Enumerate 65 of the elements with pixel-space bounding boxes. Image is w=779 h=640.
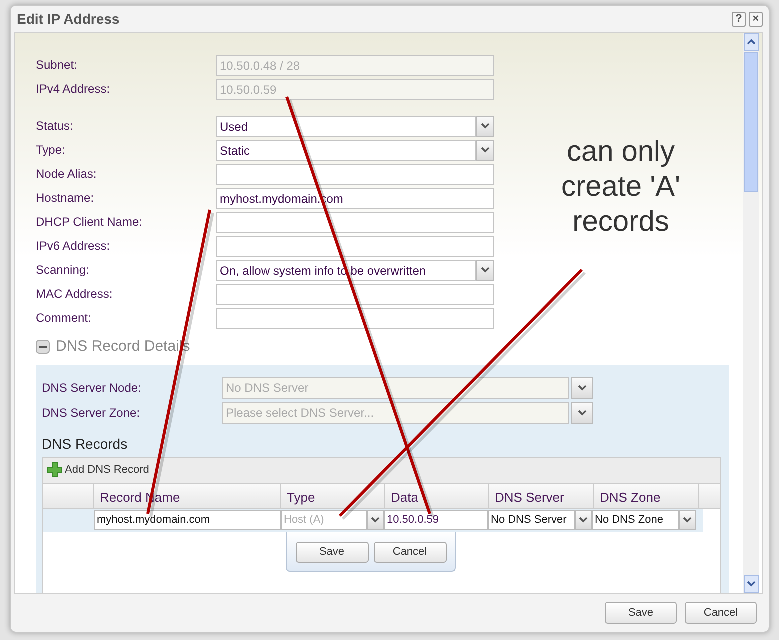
dropdown-button[interactable] <box>476 260 494 280</box>
input-field[interactable]: 10.50.0.59 <box>384 510 488 530</box>
close-button[interactable]: × <box>749 12 763 26</box>
field-label: DNS Server Zone: <box>42 404 142 422</box>
column-header[interactable]: DNS Server <box>489 484 594 508</box>
input-field[interactable] <box>216 308 494 328</box>
editor-button[interactable]: Save <box>296 542 368 562</box>
column-header[interactable]: Type <box>281 484 385 508</box>
caret-icon <box>578 384 586 390</box>
scrollbar-thumb[interactable] <box>744 52 758 192</box>
window-title: Edit IP Address <box>17 10 120 28</box>
input-field[interactable] <box>216 164 494 184</box>
field-label: DHCP Client Name: <box>36 214 144 231</box>
caret-icon <box>371 517 380 523</box>
scroll-up-icon[interactable] <box>746 39 756 45</box>
caret-icon <box>480 123 490 129</box>
column-header[interactable]: DNS Zone <box>594 484 699 508</box>
select-field: No DNS Server <box>222 376 569 398</box>
field-label: Scanning: <box>36 262 90 279</box>
dropdown-button[interactable] <box>367 510 384 530</box>
scroll-down-icon[interactable] <box>746 581 756 587</box>
help-button[interactable]: ? <box>732 12 746 26</box>
select-field: Please select DNS Server... <box>222 402 569 424</box>
caret-icon <box>683 517 692 523</box>
dropdown-button[interactable] <box>571 402 593 424</box>
field-label: IPv4 Address: <box>36 81 112 98</box>
dropdown-button[interactable] <box>476 140 494 160</box>
section-title: DNS Records <box>42 434 129 454</box>
input-field[interactable] <box>216 236 494 256</box>
dropdown-button[interactable] <box>571 376 593 398</box>
dropdown-button[interactable] <box>679 510 696 530</box>
scrollbar[interactable] <box>743 33 759 593</box>
input-field: 10.50.0.48 / 28 <box>216 54 494 76</box>
plus-icon <box>47 462 63 478</box>
column-header[interactable]: Data <box>385 484 489 508</box>
add-record-button[interactable]: Add DNS Record <box>47 462 150 478</box>
caret-icon <box>480 267 490 273</box>
select-field: Host (A) <box>281 510 367 530</box>
footer-button[interactable]: Save <box>605 602 677 624</box>
collapse-toggle-icon[interactable] <box>36 340 50 354</box>
input-field: 10.50.0.59 <box>216 78 494 100</box>
field-label: Node Alias: <box>36 166 98 183</box>
field-label: Hostname: <box>36 190 96 207</box>
footer-button[interactable]: Cancel <box>685 602 757 624</box>
input-field[interactable] <box>216 212 494 232</box>
dropdown-button[interactable] <box>476 116 494 136</box>
field-label: Status: <box>36 118 74 135</box>
field-label: Subnet: <box>36 57 78 74</box>
caret-icon <box>579 517 588 523</box>
input-field[interactable] <box>216 284 494 304</box>
select-field[interactable]: Static <box>216 140 476 160</box>
input-field[interactable]: myhost.mydomain.com <box>94 510 281 530</box>
annotation-text: can only create 'A' records <box>560 135 682 240</box>
dropdown-button[interactable] <box>575 510 592 530</box>
select-field[interactable]: No DNS Server <box>488 510 575 530</box>
editor-button[interactable]: Cancel <box>374 542 446 562</box>
field-label: MAC Address: <box>36 286 114 303</box>
field-label: IPv6 Address: <box>36 238 112 255</box>
caret-icon <box>480 147 490 153</box>
caret-icon <box>578 410 586 416</box>
field-label: Comment: <box>36 310 92 327</box>
field-label: Type: <box>36 142 66 159</box>
select-field[interactable]: Used <box>216 116 476 136</box>
select-field[interactable]: No DNS Zone <box>592 510 679 530</box>
field-label: DNS Server Node: <box>42 380 142 396</box>
